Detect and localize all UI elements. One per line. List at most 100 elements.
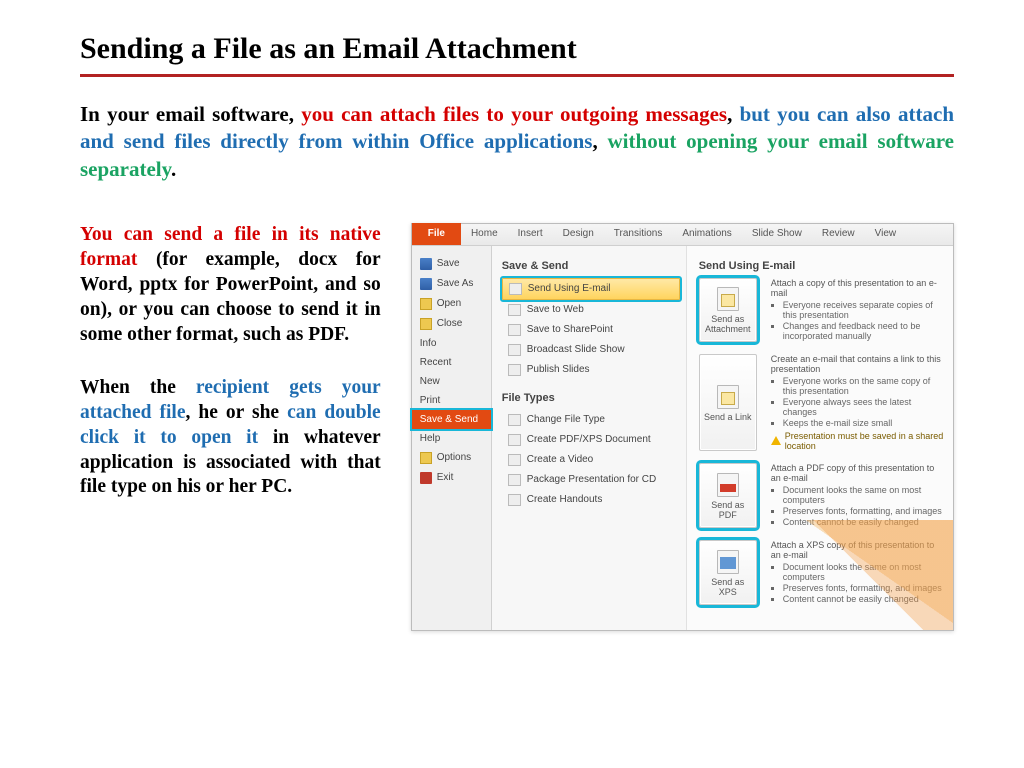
tab-animations[interactable]: Animations [672,223,741,245]
option-lead: Create an e-mail that contains a link to… [771,354,945,374]
item-icon [508,324,521,336]
backstage-item-exit[interactable]: Exit [412,468,491,488]
powerpoint-backstage-screenshot: FileHomeInsertDesignTransitionsAnimation… [411,223,954,631]
option-bullets: Everyone works on the same copy of this … [771,376,945,428]
backstage-item-open[interactable]: Open [412,294,491,314]
item-icon [508,434,521,446]
send-option-send-as-pdf[interactable]: Send as PDF [699,463,757,528]
option-bullet: Preserves fonts, formatting, and images [783,583,945,593]
backstage-item-help[interactable]: Help [412,429,491,448]
backstage-item-print[interactable]: Print [412,391,491,410]
backstage-item-label: Save [437,258,460,269]
backstage-item-new[interactable]: New [412,372,491,391]
close-icon [420,318,432,330]
tab-design[interactable]: Design [553,223,604,245]
backstage-item-label: Options [437,452,471,463]
tab-view[interactable]: View [865,223,907,245]
save-send-item-save-to-web[interactable]: Save to Web [502,300,680,320]
backstage-item-recent[interactable]: Recent [412,353,491,372]
send-option-label: Send as PDF [702,500,754,520]
option-lead: Attach a XPS copy of this presentation t… [771,540,945,560]
item-label: Create PDF/XPS Document [527,434,651,445]
save-send-item-broadcast-slide-show[interactable]: Broadcast Slide Show [502,340,680,360]
intro-seg-5: , [592,129,607,153]
item-icon [508,414,521,426]
page-title: Sending a File as an Email Attachment [80,32,954,66]
item-label: Save to Web [527,304,584,315]
backstage-nav: Save Save As Open CloseInfo Recent New Print Sa… [412,246,492,630]
pdf-icon [717,473,739,497]
save-send-item-create-handouts[interactable]: Create Handouts [502,490,680,510]
send-using-email-panel: Send Using E-mail Send as Attachment Atta… [687,246,953,630]
warning-icon [771,436,781,445]
send-option-send-a-link[interactable]: Send a Link [699,354,757,451]
send-using-email-heading: Send Using E-mail [699,260,945,272]
item-icon [508,344,521,356]
option-bullet: Everyone works on the same copy of this … [783,376,945,396]
send-option-label: Send a Link [704,412,752,422]
send-option-description: Create an e-mail that contains a link to… [771,354,945,451]
backstage-item-info[interactable]: Info [412,334,491,353]
backstage-item-options[interactable]: Options [412,448,491,468]
backstage-item-label: Help [420,433,441,444]
save-send-list: Send Using E-mail Save to Web Save to Shar… [502,278,680,380]
option-bullet: Everyone always sees the latest changes [783,397,945,417]
file-types-heading: File Types [502,392,680,404]
tab-transitions[interactable]: Transitions [604,223,673,245]
save-send-item-create-a-video[interactable]: Create a Video [502,450,680,470]
backstage-item-label: Close [437,318,463,329]
backstage-item-label: Print [420,395,441,406]
option-bullet: Content cannot be easily changed [783,517,945,527]
item-icon [508,454,521,466]
backstage-item-save[interactable]: Save [412,254,491,274]
backstage-item-label: Save As [437,278,474,289]
send-option-send-as-xps[interactable]: Send as XPS [699,540,757,605]
send-option-description: Attach a copy of this presentation to an… [771,278,945,342]
item-icon [508,364,521,376]
save-send-item-package-presentation-for-cd[interactable]: Package Presentation for CD [502,470,680,490]
save-send-item-publish-slides[interactable]: Publish Slides [502,360,680,380]
send-option-label: Send as Attachment [702,314,754,334]
intro-seg-2: you can attach files to your outgoing me… [301,102,727,126]
backstage-item-label: New [420,376,440,387]
intro-paragraph: In your email software, you can attach f… [80,101,954,183]
tab-insert[interactable]: Insert [508,223,553,245]
option-bullet: Document looks the same on most computer… [783,562,945,582]
save-send-column: Save & Send Send Using E-mailSave to Web… [492,246,687,630]
backstage-item-save-send[interactable]: Save & Send [412,410,491,429]
save-send-item-create-pdf-xps-document[interactable]: Create PDF/XPS Document [502,430,680,450]
open-icon [420,298,432,310]
item-label: Create Handouts [527,494,603,505]
option-bullet: Keeps the e-mail size small [783,418,945,428]
xps-icon [717,550,739,574]
send-option-row: Send as Attachment Attach a copy of this … [699,278,945,342]
intro-seg-1: In your email software, [80,102,301,126]
mail-icon [717,385,739,409]
backstage-item-close[interactable]: Close [412,314,491,334]
tab-file[interactable]: File [412,223,461,245]
item-label: Publish Slides [527,364,590,375]
save-send-item-save-to-sharepoint[interactable]: Save to SharePoint [502,320,680,340]
tab-home[interactable]: Home [461,223,508,245]
item-icon [509,283,522,295]
send-option-description: Attach a PDF copy of this presentation t… [771,463,945,528]
backstage-item-label: Save & Send [420,414,478,425]
ribbon-tabs: FileHomeInsertDesignTransitionsAnimation… [412,224,953,246]
intro-seg-7: . [171,157,176,181]
option-bullets: Document looks the same on most computer… [771,485,945,527]
tab-slide-show[interactable]: Slide Show [742,223,812,245]
backstage-item-save-as[interactable]: Save As [412,274,491,294]
tab-review[interactable]: Review [812,223,865,245]
option-bullet: Preserves fonts, formatting, and images [783,506,945,516]
item-icon [508,304,521,316]
save-send-item-change-file-type[interactable]: Change File Type [502,410,680,430]
option-bullet: Content cannot be easily changed [783,594,945,604]
option-lead: Attach a copy of this presentation to an… [771,278,945,298]
send-option-send-as-attachment[interactable]: Send as Attachment [699,278,757,342]
option-bullet: Changes and feedback need to be incorpor… [783,321,945,341]
item-label: Broadcast Slide Show [527,344,625,355]
save-send-item-send-using-e-mail[interactable]: Send Using E-mail [502,278,680,300]
backstage-item-label: Info [420,338,437,349]
body-b-1: When the [80,377,196,398]
item-icon [508,494,521,506]
